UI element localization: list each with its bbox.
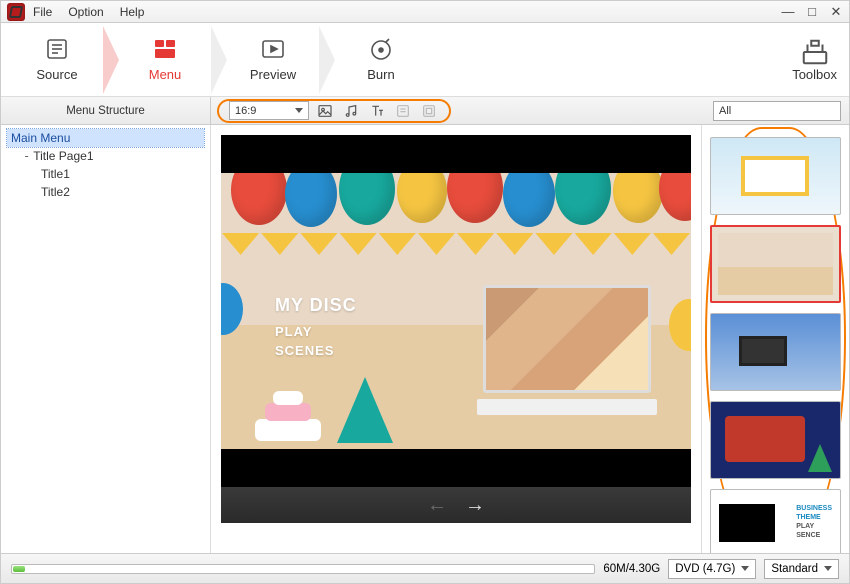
next-page-button[interactable]: → — [465, 494, 485, 517]
add-image-button[interactable] — [315, 101, 335, 121]
balloon-icon — [669, 299, 691, 351]
balloon-icon — [397, 173, 447, 223]
template-panel: BUSINESS THEME PLAY SENCE — [701, 125, 849, 553]
template-caption: BUSINESS THEME PLAY SENCE — [796, 504, 832, 540]
balloon-icon — [555, 173, 611, 225]
toolbox-icon — [800, 37, 830, 61]
aspect-ratio-value: 16:9 — [235, 105, 256, 117]
template-thumb[interactable]: BUSINESS THEME PLAY SENCE — [710, 489, 841, 553]
bunting-icon — [221, 233, 691, 255]
balloon-icon — [659, 173, 691, 221]
preview-panel: MY DISC PLAY SCENES ← → — [211, 125, 701, 553]
preview-content: MY DISC PLAY SCENES — [221, 173, 691, 449]
collapse-icon[interactable]: - — [23, 149, 30, 163]
disc-usage-bar — [11, 564, 595, 574]
menu-help[interactable]: Help — [120, 5, 145, 19]
balloon-icon — [613, 173, 663, 223]
tab-preview[interactable]: Preview — [229, 30, 317, 90]
preview-icon — [258, 37, 288, 61]
video-thumbnail[interactable] — [477, 285, 657, 415]
menu-structure-tree: Main Menu -Title Page1 Title1 Title2 — [1, 125, 211, 553]
title-bar: File Option Help — □ ✕ — [1, 1, 849, 23]
add-button-button — [419, 101, 439, 121]
balloon-icon — [447, 173, 503, 223]
template-filter-value: All — [719, 105, 731, 117]
disc-usage-fill — [13, 566, 25, 572]
tree-item-main-menu[interactable]: Main Menu — [7, 129, 204, 147]
tab-burn[interactable]: Burn — [337, 30, 425, 90]
tab-menu[interactable]: Menu — [121, 30, 209, 90]
menu-preview[interactable]: MY DISC PLAY SCENES — [221, 135, 691, 487]
source-icon — [42, 37, 72, 61]
menu-text-block[interactable]: MY DISC PLAY SCENES — [275, 295, 357, 358]
template-thumb[interactable] — [710, 313, 841, 391]
quality-value: Standard — [771, 563, 818, 575]
add-chapter-button — [393, 101, 413, 121]
disc-usage-label: 60M/4.30G — [603, 563, 660, 575]
template-list[interactable]: BUSINESS THEME PLAY SENCE — [710, 137, 841, 553]
step-separator-icon — [103, 26, 119, 94]
step-tabs: Source Menu Preview Burn Toolbox — [1, 23, 849, 97]
menu-structure-label: Menu Structure — [1, 97, 211, 124]
sub-toolbar: Menu Structure 16:9 All — [1, 97, 849, 125]
tab-menu-label: Menu — [149, 67, 182, 82]
template-filter-select[interactable]: All — [713, 101, 841, 121]
add-text-button[interactable] — [367, 101, 387, 121]
menu-play-link[interactable]: PLAY — [275, 324, 357, 339]
tab-preview-label: Preview — [250, 67, 296, 82]
balloon-icon — [503, 173, 555, 227]
minimize-button[interactable]: — — [781, 4, 795, 20]
toolbar-highlight: 16:9 — [217, 99, 451, 123]
balloon-icon — [285, 173, 337, 227]
window-controls: — □ ✕ — [781, 4, 843, 20]
template-thumb[interactable] — [710, 401, 841, 479]
step-separator-icon — [211, 26, 227, 94]
disc-type-value: DVD (4.7G) — [675, 563, 735, 575]
menu-icon — [150, 37, 180, 61]
preview-nav: ← → — [221, 487, 691, 523]
disc-type-select[interactable]: DVD (4.7G) — [668, 559, 756, 579]
close-button[interactable]: ✕ — [829, 4, 843, 20]
menu-title: MY DISC — [275, 295, 357, 316]
tree-item-title-page[interactable]: -Title Page1 — [7, 147, 204, 165]
tab-source[interactable]: Source — [13, 30, 101, 90]
status-bar: 60M/4.30G DVD (4.7G) Standard — [1, 553, 849, 583]
balloon-icon — [221, 283, 243, 335]
menu-scenes-link[interactable]: SCENES — [275, 343, 357, 358]
tree-item-label: Title Page1 — [33, 149, 93, 163]
balloon-icon — [339, 173, 395, 225]
template-thumb[interactable] — [710, 225, 841, 303]
menu-option[interactable]: Option — [68, 5, 103, 19]
tree-item-title2[interactable]: Title2 — [7, 183, 204, 201]
toolbox-label: Toolbox — [792, 67, 837, 82]
app-logo-icon — [7, 3, 25, 21]
add-music-button[interactable] — [341, 101, 361, 121]
aspect-ratio-select[interactable]: 16:9 — [229, 101, 309, 120]
tab-burn-label: Burn — [367, 67, 394, 82]
chevron-down-icon — [741, 566, 749, 571]
toolbox-button[interactable]: Toolbox — [792, 37, 837, 82]
chevron-down-icon — [295, 108, 303, 113]
party-hat-icon — [337, 377, 393, 443]
prev-page-button[interactable]: ← — [427, 494, 447, 517]
tab-source-label: Source — [36, 67, 77, 82]
chevron-down-icon — [824, 566, 832, 571]
burn-icon — [366, 37, 396, 61]
cake-icon — [249, 385, 327, 441]
tree-item-title1[interactable]: Title1 — [7, 165, 204, 183]
main-area: Main Menu -Title Page1 Title1 Title2 — [1, 125, 849, 553]
maximize-button[interactable]: □ — [805, 4, 819, 20]
template-thumb[interactable] — [710, 137, 841, 215]
menu-file[interactable]: File — [33, 5, 52, 19]
menu-bar: File Option Help — [33, 5, 144, 19]
quality-select[interactable]: Standard — [764, 559, 839, 579]
step-separator-icon — [319, 26, 335, 94]
balloon-icon — [231, 173, 287, 225]
